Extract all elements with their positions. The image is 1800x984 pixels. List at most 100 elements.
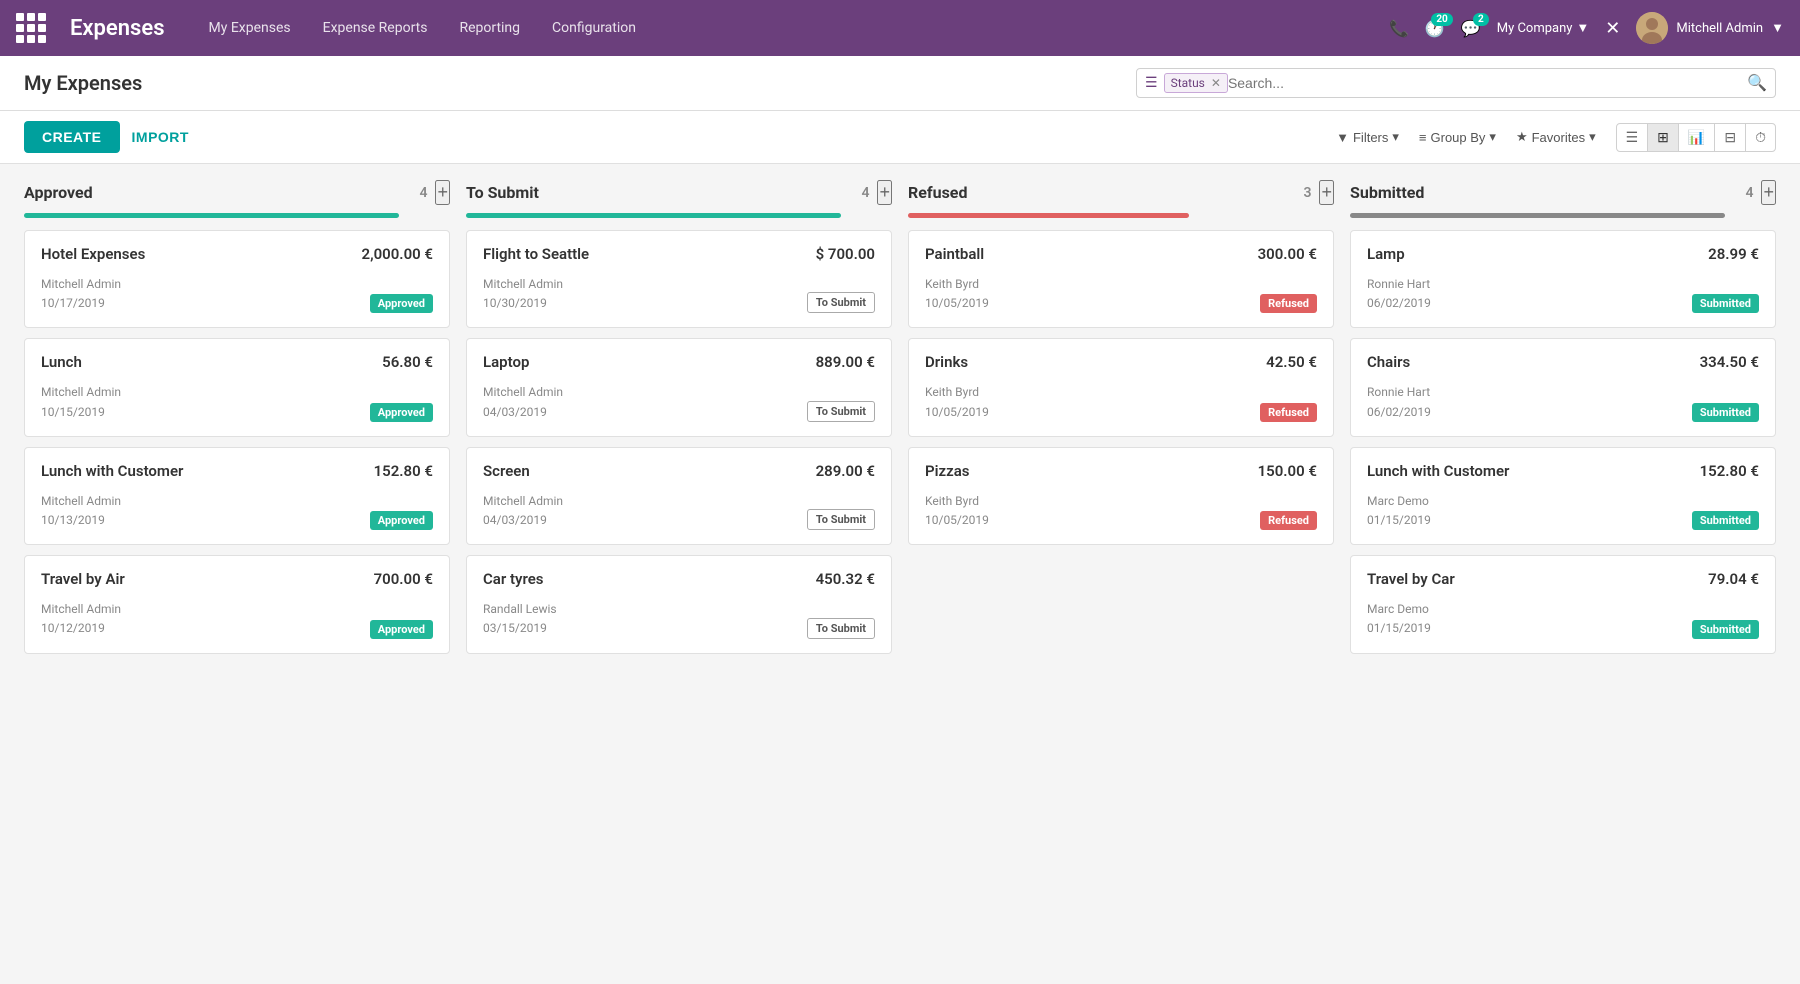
kanban-card[interactable]: Flight to Seattle $ 700.00 Mitchell Admi…	[466, 230, 892, 328]
card-row-bottom: Ronnie Hart 06/02/2019 Submitted	[1367, 383, 1759, 421]
card-date: 06/02/2019	[1367, 294, 1431, 313]
card-date: 01/15/2019	[1367, 619, 1431, 638]
toolbar: CREATE IMPORT ▼ Filters ▾ ≡ Group By ▾ ★…	[0, 111, 1800, 164]
app-grid-icon[interactable]	[16, 13, 46, 43]
card-name: Pizzas	[925, 462, 969, 480]
kanban-card[interactable]: Lunch 56.80 € Mitchell Admin 10/15/2019 …	[24, 338, 450, 436]
kanban-card[interactable]: Car tyres 450.32 € Randall Lewis 03/15/2…	[466, 555, 892, 653]
kanban-card[interactable]: Travel by Air 700.00 € Mitchell Admin 10…	[24, 555, 450, 653]
card-name: Laptop	[483, 353, 529, 371]
col-add-button-refused[interactable]: +	[1319, 180, 1334, 205]
card-badge: To Submit	[807, 401, 875, 422]
card-date: 03/15/2019	[483, 619, 557, 638]
card-row-bottom: Mitchell Admin 10/30/2019 To Submit	[483, 275, 875, 313]
view-switcher: ☰ ⊞ 📊 ⊟ ⏱	[1616, 123, 1776, 152]
card-user: Mitchell Admin	[41, 275, 121, 294]
search-input[interactable]	[1228, 75, 1747, 91]
kanban-board: Approved 4 + Hotel Expenses 2,000.00 € M…	[24, 180, 1776, 664]
card-row-bottom: Marc Demo 01/15/2019 Submitted	[1367, 600, 1759, 638]
card-name: Lunch with Customer	[41, 462, 183, 480]
card-amount: 79.04 €	[1708, 570, 1759, 588]
card-amount: 700.00 €	[374, 570, 433, 588]
chat-badge: 2	[1473, 13, 1489, 26]
card-badge: Submitted	[1692, 511, 1759, 530]
chart-view-button[interactable]: 📊	[1679, 124, 1715, 151]
card-row-bottom: Keith Byrd 10/05/2019 Refused	[925, 275, 1317, 313]
card-name: Paintball	[925, 245, 984, 263]
card-meta: Randall Lewis 03/15/2019	[483, 600, 557, 638]
col-count-tosubmit: 4	[861, 185, 869, 201]
card-user: Mitchell Admin	[41, 383, 121, 402]
kanban-col-submitted: Submitted 4 + Lamp 28.99 € Ronnie Hart 0…	[1350, 180, 1776, 664]
card-name: Lunch with Customer	[1367, 462, 1509, 480]
user-menu[interactable]: Mitchell Admin ▼	[1636, 12, 1784, 44]
kanban-card[interactable]: Hotel Expenses 2,000.00 € Mitchell Admin…	[24, 230, 450, 328]
col-count-approved: 4	[419, 185, 427, 201]
import-button[interactable]: IMPORT	[132, 129, 189, 145]
status-filter-tag[interactable]: Status ✕	[1164, 73, 1228, 93]
settings-close-icon[interactable]: ✕	[1605, 18, 1620, 39]
card-name: Lunch	[41, 353, 82, 371]
list-view-icon: ☰	[1145, 75, 1158, 91]
col-bar-approved	[24, 213, 399, 218]
kanban-view-button[interactable]: ⊞	[1648, 124, 1679, 151]
toolbar-right: ▼ Filters ▾ ≡ Group By ▾ ★ Favorites ▾ ☰…	[1328, 123, 1776, 152]
card-meta: Mitchell Admin 04/03/2019	[483, 492, 563, 530]
chat-icon[interactable]: 💬 2	[1461, 19, 1481, 38]
kanban-card[interactable]: Chairs 334.50 € Ronnie Hart 06/02/2019 S…	[1350, 338, 1776, 436]
phone-icon[interactable]: 📞	[1389, 19, 1409, 38]
card-user: Mitchell Admin	[483, 492, 563, 511]
card-row-top: Hotel Expenses 2,000.00 €	[41, 245, 433, 263]
company-selector[interactable]: My Company ▼	[1497, 20, 1590, 36]
kanban-card[interactable]: Lunch with Customer 152.80 € Marc Demo 0…	[1350, 447, 1776, 545]
kanban-card[interactable]: Screen 289.00 € Mitchell Admin 04/03/201…	[466, 447, 892, 545]
card-user: Ronnie Hart	[1367, 275, 1431, 294]
kanban-card[interactable]: Lamp 28.99 € Ronnie Hart 06/02/2019 Subm…	[1350, 230, 1776, 328]
col-count-refused: 3	[1303, 185, 1311, 201]
nav-expense-reports[interactable]: Expense Reports	[311, 14, 440, 42]
kanban-card[interactable]: Lunch with Customer 152.80 € Mitchell Ad…	[24, 447, 450, 545]
col-bar-tosubmit	[466, 213, 841, 218]
kanban-card[interactable]: Paintball 300.00 € Keith Byrd 10/05/2019…	[908, 230, 1334, 328]
favorites-button[interactable]: ★ Favorites ▾	[1508, 125, 1604, 149]
card-meta: Mitchell Admin 10/13/2019	[41, 492, 121, 530]
kanban-card[interactable]: Laptop 889.00 € Mitchell Admin 04/03/201…	[466, 338, 892, 436]
card-row-top: Paintball 300.00 €	[925, 245, 1317, 263]
kanban-card[interactable]: Pizzas 150.00 € Keith Byrd 10/05/2019 Re…	[908, 447, 1334, 545]
kanban-card[interactable]: Drinks 42.50 € Keith Byrd 10/05/2019 Ref…	[908, 338, 1334, 436]
filter-tag-remove[interactable]: ✕	[1211, 76, 1221, 90]
calendar-icon[interactable]: 🕐 20	[1425, 19, 1445, 38]
card-row-bottom: Marc Demo 01/15/2019 Submitted	[1367, 492, 1759, 530]
card-user: Mitchell Admin	[41, 492, 121, 511]
card-badge: Approved	[370, 294, 433, 313]
card-amount: 28.99 €	[1708, 245, 1759, 263]
list-view-button[interactable]: ☰	[1617, 124, 1649, 151]
card-meta: Mitchell Admin 04/03/2019	[483, 383, 563, 421]
nav-my-expenses[interactable]: My Expenses	[197, 14, 303, 42]
col-title-submitted: Submitted	[1350, 183, 1424, 202]
search-button[interactable]: 🔍	[1747, 73, 1767, 93]
card-date: 10/17/2019	[41, 294, 121, 313]
create-button[interactable]: CREATE	[24, 121, 120, 153]
card-row-top: Chairs 334.50 €	[1367, 353, 1759, 371]
col-add-button-approved[interactable]: +	[435, 180, 450, 205]
top-navigation: Expenses My Expenses Expense Reports Rep…	[0, 0, 1800, 56]
card-name: Screen	[483, 462, 530, 480]
card-date: 10/12/2019	[41, 619, 121, 638]
col-add-button-submitted[interactable]: +	[1761, 180, 1776, 205]
calendar-badge: 20	[1431, 13, 1452, 26]
col-add-button-tosubmit[interactable]: +	[877, 180, 892, 205]
card-date: 06/02/2019	[1367, 403, 1431, 422]
kanban-col-approved: Approved 4 + Hotel Expenses 2,000.00 € M…	[24, 180, 450, 664]
kanban-card[interactable]: Travel by Car 79.04 € Marc Demo 01/15/20…	[1350, 555, 1776, 653]
nav-configuration[interactable]: Configuration	[540, 14, 648, 42]
card-meta: Marc Demo 01/15/2019	[1367, 492, 1431, 530]
clock-view-button[interactable]: ⏱	[1746, 124, 1775, 151]
filters-button[interactable]: ▼ Filters ▾	[1328, 125, 1407, 149]
card-meta: Keith Byrd 10/05/2019	[925, 383, 989, 421]
kanban-col-refused: Refused 3 + Paintball 300.00 € Keith Byr…	[908, 180, 1334, 664]
grid-view-button[interactable]: ⊟	[1715, 124, 1746, 151]
card-row-top: Flight to Seattle $ 700.00	[483, 245, 875, 263]
nav-reporting[interactable]: Reporting	[447, 14, 532, 42]
groupby-button[interactable]: ≡ Group By ▾	[1411, 125, 1504, 149]
